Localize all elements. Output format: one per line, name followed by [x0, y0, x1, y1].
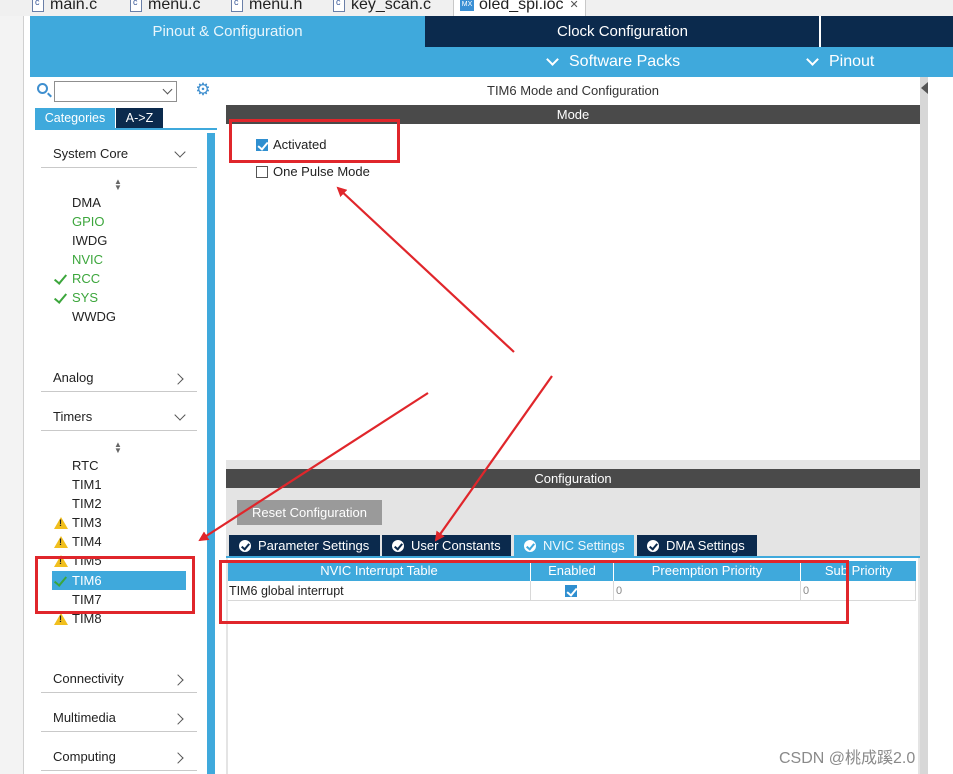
annotation-arrows — [198, 186, 553, 542]
arrow-to-activated — [336, 186, 515, 353]
arrow-to-tim6 — [198, 392, 429, 542]
arrow-to-settings-tabs — [434, 375, 553, 542]
watermark: CSDN @桃成蹊2.0 — [779, 750, 916, 767]
